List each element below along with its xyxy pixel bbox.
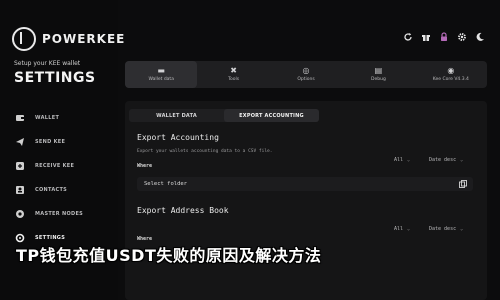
- subtab-export-accounting[interactable]: EXPORT ACCOUNTING: [224, 109, 319, 122]
- filter-dropdown[interactable]: All ⌄: [394, 226, 410, 232]
- filter-value: All: [394, 157, 404, 163]
- export-accounting-title: Export Accounting: [137, 133, 219, 142]
- sort-dropdown[interactable]: Date desc ⌄: [429, 226, 463, 232]
- powerkee-logo-icon: [12, 27, 36, 51]
- wallet-data-icon: ▬: [157, 66, 165, 75]
- sidebar-item-send-kee[interactable]: SEND KEE: [14, 130, 118, 154]
- filter-value: All: [394, 226, 404, 232]
- subtab-wallet-data[interactable]: WALLET DATA: [129, 109, 224, 122]
- folder-field[interactable]: Select folder: [137, 177, 473, 191]
- export-accounting-description: Export your wallets accounting data to a…: [137, 149, 273, 154]
- where-label: Where: [137, 163, 153, 169]
- options-icon: ◎: [302, 66, 310, 75]
- tab-kee-core[interactable]: ◉ Kee Core V4.3.4: [415, 61, 487, 88]
- settings-tabs: ▬ Wallet data ✖ Tools ◎ Options ▤ Debug …: [125, 61, 487, 88]
- sidebar-item-label: WALLET: [35, 115, 60, 121]
- tab-wallet-data[interactable]: ▬ Wallet data: [125, 61, 198, 88]
- brand-name: POWERKEE: [42, 32, 126, 46]
- sidebar-item-label: RECEIVE KEE: [35, 163, 75, 169]
- sidebar-item-contacts[interactable]: CONTACTS: [14, 178, 118, 202]
- sort-dropdown[interactable]: Date desc ⌄: [429, 157, 463, 163]
- debug-icon: ▤: [374, 66, 383, 75]
- gift-icon[interactable]: [420, 30, 432, 44]
- gear-icon[interactable]: [456, 30, 468, 44]
- refresh-icon[interactable]: [402, 30, 414, 44]
- content-panel: [125, 101, 487, 300]
- sidebar-subtitle: Setup your KEE wallet: [14, 60, 81, 67]
- folder-field-value: Select folder: [144, 181, 188, 187]
- chevron-down-icon: ⌄: [460, 157, 464, 163]
- sidebar-item-label: SETTINGS: [35, 235, 66, 241]
- tab-debug[interactable]: ▤ Debug: [342, 61, 414, 88]
- moon-icon[interactable]: [474, 30, 486, 44]
- tools-icon: ✖: [230, 66, 237, 75]
- wallet-icon: [14, 113, 25, 124]
- sort-value: Date desc: [429, 226, 457, 232]
- overlay-caption: TP钱包充值USDT失败的原因及解决方法: [16, 246, 322, 265]
- subtab-bar: WALLET DATA EXPORT ACCOUNTING: [129, 109, 319, 122]
- tab-label: Debug: [371, 77, 386, 82]
- page-title: SETTINGS: [14, 70, 96, 86]
- filter-dropdown[interactable]: All ⌄: [394, 157, 410, 163]
- contacts-icon: [14, 185, 25, 196]
- sort-value: Date desc: [429, 157, 457, 163]
- sidebar-item-receive-kee[interactable]: RECEIVE KEE: [14, 154, 118, 178]
- export-address-book-title: Export Address Book: [137, 206, 229, 215]
- lock-icon[interactable]: [438, 30, 450, 44]
- tab-label: Wallet data: [148, 77, 174, 82]
- core-icon: ◉: [447, 66, 455, 75]
- send-icon: [14, 137, 25, 148]
- tab-label: Options: [297, 77, 315, 82]
- master-nodes-icon: [14, 209, 25, 220]
- brand: POWERKEE: [12, 27, 125, 51]
- tab-options[interactable]: ◎ Options: [270, 61, 342, 88]
- sidebar-item-label: MASTER NODES: [35, 211, 84, 217]
- chevron-down-icon: ⌄: [407, 226, 411, 232]
- sidebar-item-label: CONTACTS: [35, 187, 68, 193]
- chevron-down-icon: ⌄: [407, 157, 411, 163]
- tab-tools[interactable]: ✖ Tools: [197, 61, 269, 88]
- sidebar-nav: WALLET SEND KEE RECEIVE KEE CONTACTS MAS…: [14, 106, 118, 250]
- sidebar-item-label: SEND KEE: [35, 139, 66, 145]
- tab-label: Kee Core V4.3.4: [432, 77, 469, 82]
- chevron-down-icon: ⌄: [460, 226, 464, 232]
- tab-label: Tools: [228, 77, 240, 82]
- receive-icon: [14, 161, 25, 172]
- sidebar-item-master-nodes[interactable]: MASTER NODES: [14, 202, 118, 226]
- header-toolbar: [402, 30, 486, 44]
- copy-icon[interactable]: [458, 179, 468, 189]
- sidebar-item-wallet[interactable]: WALLET: [14, 106, 118, 130]
- app-window: POWERKEE Setup your KEE wallet SETTINGS …: [0, 0, 500, 300]
